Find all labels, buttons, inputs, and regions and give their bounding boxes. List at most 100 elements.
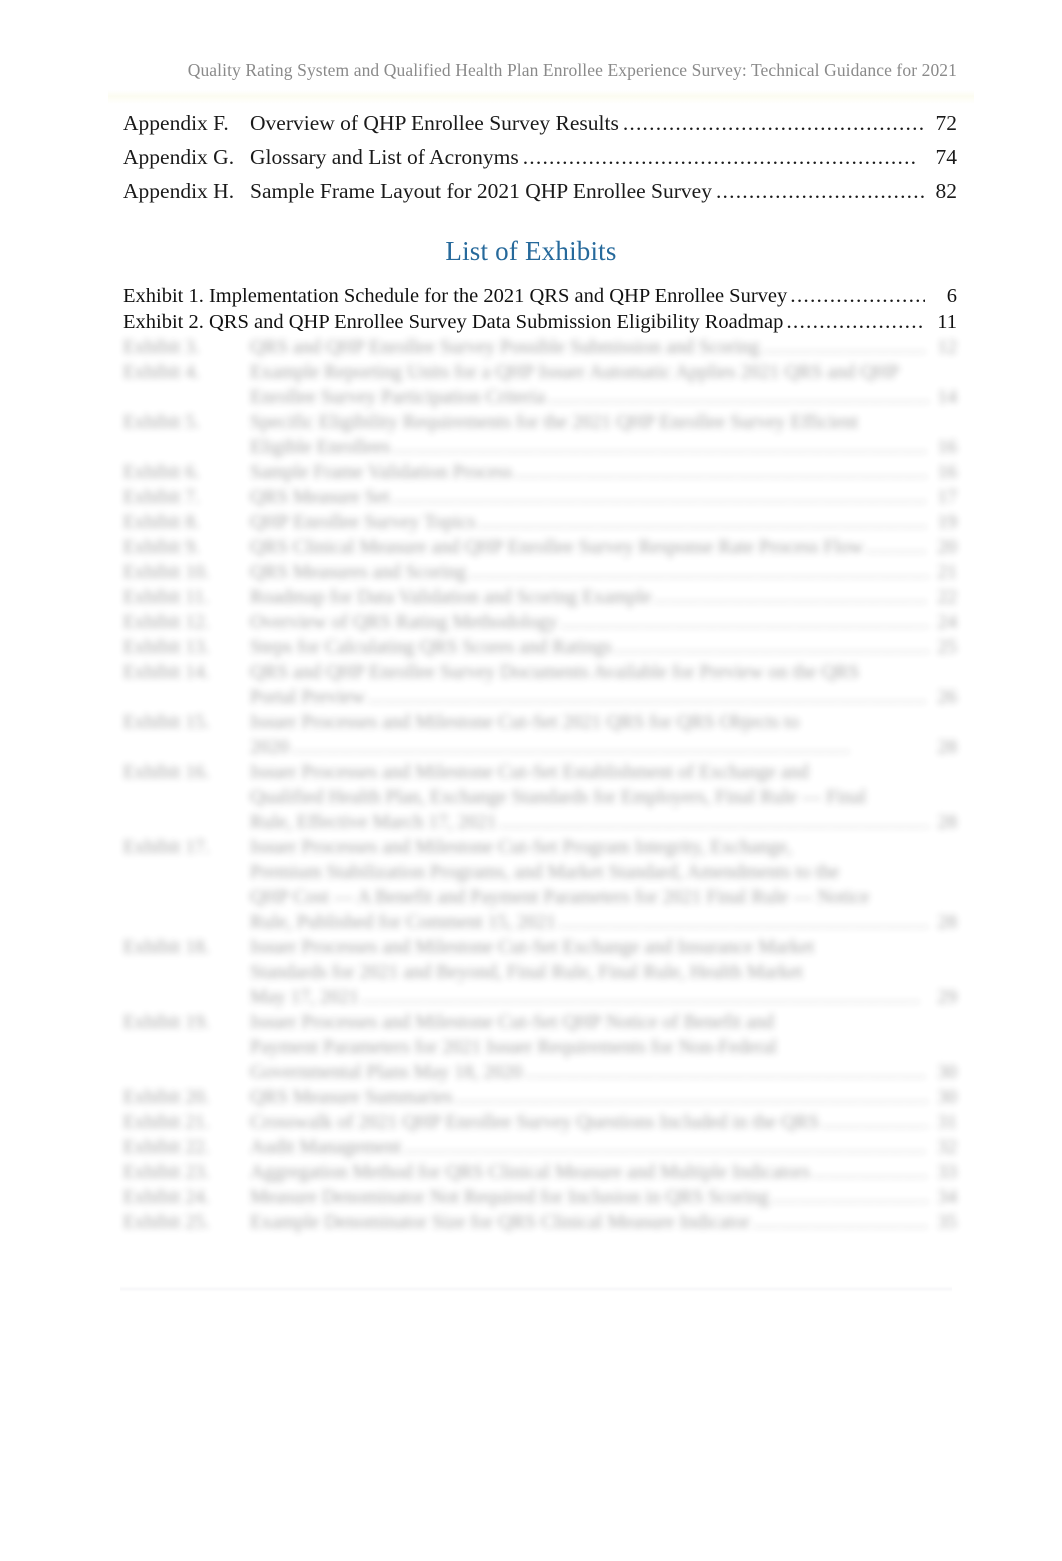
blurred-exhibit-row: Exhibit 14. QRS and QHP Enrollee Survey D… (123, 663, 957, 688)
blurred-exhibit-page-number: 20 (937, 537, 958, 558)
blurred-exhibit-page-number: 29 (937, 987, 958, 1008)
blurred-exhibit-title: Payment Parameters for 2021 Issuer Requi… (250, 1037, 777, 1058)
blurred-exhibit-page-number: 17 (937, 487, 958, 508)
blurred-exhibit-title: Specific Eligibility Requirements for th… (250, 412, 859, 433)
exhibit-row-2[interactable]: Exhibit 2. QRS and QHP Enrollee Survey D… (123, 311, 957, 337)
blurred-exhibit-label: Exhibit 17. (123, 837, 210, 858)
dot-leader: ........................................… (393, 438, 928, 458)
blurred-exhibit-title: Example Reporting Units for a QHP Issuer… (250, 362, 900, 383)
blurred-exhibit-title: QRS and QHP Enrollee Survey Documents Av… (250, 662, 860, 683)
blurred-exhibit-label: Exhibit 20. (123, 1087, 210, 1108)
blurred-exhibit-title: Roadmap for Data Validation and Scoring … (250, 587, 652, 608)
blurred-exhibit-page-number: 28 (937, 912, 958, 933)
blurred-exhibit-label: Exhibit 18. (123, 937, 210, 958)
dot-leader: ........................................… (822, 1113, 928, 1133)
appendix-toc-list: Appendix F. Overview of QHP Enrollee Sur… (123, 111, 958, 215)
toc-row-appendix-f[interactable]: Appendix F. Overview of QHP Enrollee Sur… (123, 111, 958, 147)
blurred-exhibit-title: Audit Management (250, 1137, 402, 1158)
toc-page-number: 82 (935, 179, 958, 203)
toc-page-number: 74 (935, 145, 958, 169)
dot-leader: ........................................… (515, 463, 928, 483)
blurred-exhibit-title: Issuer Processes and Milestone Cut-Set 2… (250, 712, 800, 733)
blurred-exhibit-page-number: 21 (937, 562, 958, 583)
blurred-exhibit-page-number: 16 (937, 437, 958, 458)
dot-leader: ........................................… (762, 338, 928, 358)
dot-leader: ........................................… (392, 488, 928, 508)
blurred-exhibit-row: Exhibit 9. QRS Clinical Measure and QHP E… (123, 538, 957, 563)
dot-leader: ........................................… (812, 1163, 928, 1183)
blurred-exhibit-row: Exhibit 6. Sample Frame Validation Proces… (123, 463, 957, 488)
dot-leader: ........................................… (368, 688, 928, 708)
blurred-exhibit-label: Exhibit 19. (123, 1012, 210, 1033)
blurred-exhibit-title: May 17, 2021 (250, 987, 359, 1008)
blurred-exhibit-page-number: 25 (937, 637, 958, 658)
blurred-exhibit-row: Governmental Plans May 18, 2020.........… (123, 1063, 957, 1088)
blurred-exhibit-label: Exhibit 15. (123, 712, 210, 733)
blurred-exhibit-title: QRS Measure Set (250, 487, 390, 508)
blurred-exhibit-title: QHP Enrollee Survey Topics (250, 512, 476, 533)
blurred-exhibit-title: Qualified Health Plan, Exchange Standard… (250, 787, 867, 808)
dot-leader: ........................................… (522, 147, 918, 169)
blurred-exhibit-row: Exhibit 20. QRS Measure Summaries........… (123, 1088, 957, 1113)
blurred-exhibit-title: Eligible Enrollees (250, 437, 391, 458)
dot-leader: ........................................… (478, 513, 928, 533)
toc-row-appendix-h[interactable]: Appendix H. Sample Frame Layout for 2021… (123, 179, 958, 215)
toc-page-number: 72 (935, 111, 958, 135)
blurred-exhibit-page-number: 19 (937, 512, 958, 533)
blurred-exhibit-label: Exhibit 24. (123, 1187, 210, 1208)
blurred-exhibit-row: Exhibit 15. Issuer Processes and Mileston… (123, 713, 957, 738)
blurred-exhibit-title: QRS Clinical Measure and QHP Enrollee Su… (250, 537, 864, 558)
blurred-exhibit-row: Exhibit 21. Crosswalk of 2021 QHP Enrolle… (123, 1113, 957, 1138)
blurred-exhibit-label: Exhibit 4. (123, 362, 200, 383)
exhibit-title: Exhibit 1. Implementation Schedule for t… (123, 285, 788, 307)
dot-leader: ........................................… (771, 1188, 928, 1208)
exhibit-row-1[interactable]: Exhibit 1. Implementation Schedule for t… (123, 285, 957, 311)
dot-leader: ........................................… (469, 563, 928, 583)
footer-rule (120, 1286, 952, 1292)
blurred-exhibit-title: Enrollee Survey Participation Criteria (250, 387, 546, 408)
blurred-exhibit-row: Exhibit 7. QRS Measure Set...............… (123, 488, 957, 513)
blurred-exhibit-row: Exhibit 22. Audit Management.............… (123, 1138, 957, 1163)
blurred-exhibit-page-number: 24 (937, 612, 958, 633)
blurred-exhibit-title: Issuer Processes and Milestone Cut-Set E… (250, 762, 809, 783)
blurred-exhibit-row: QHP Cost — A Benefit and Payment Paramet… (123, 888, 957, 913)
blurred-exhibit-title: Overview of QRS Rating Methodology (250, 612, 558, 633)
blurred-exhibit-title: Portal Preview (250, 687, 366, 708)
blurred-exhibit-list: Exhibit 3. QRS and QHP Enrollee Survey Po… (123, 338, 957, 1243)
dot-leader: ........................................… (752, 1213, 928, 1233)
blurred-exhibit-title: 2020 (250, 737, 289, 758)
blurred-exhibit-title: Issuer Processes and Milestone Cut-Set Q… (250, 1012, 775, 1033)
blurred-exhibit-row: Portal Preview..........................… (123, 688, 957, 713)
blurred-exhibit-title: Rule, Effective March 17, 2021 (250, 812, 497, 833)
blurred-exhibit-row: Qualified Health Plan, Exchange Standard… (123, 788, 957, 813)
dot-leader: ........................................… (715, 181, 925, 203)
exhibit-page-number: 11 (937, 311, 957, 333)
list-of-exhibits-heading: List of Exhibits (445, 236, 617, 266)
dot-leader: ........................................… (559, 913, 928, 933)
blurred-exhibit-title: Standards for 2021 and Beyond, Final Rul… (250, 962, 803, 983)
toc-row-appendix-g[interactable]: Appendix G. Glossary and List of Acronym… (123, 145, 958, 181)
blurred-exhibit-row: Rule, Published for Comment 15, 2021....… (123, 913, 957, 938)
blurred-exhibit-row: Exhibit 25. Example Denominator Size for … (123, 1213, 957, 1238)
blurred-exhibit-row: Standards for 2021 and Beyond, Final Rul… (123, 963, 957, 988)
blurred-exhibit-page-number: 32 (937, 1137, 958, 1158)
dot-leader: ........................................… (786, 311, 925, 333)
blurred-exhibit-label: Exhibit 7. (123, 487, 200, 508)
blurred-exhibit-title: Issuer Processes and Milestone Cut-Set E… (250, 937, 815, 958)
dot-leader: ........................................… (525, 1063, 928, 1083)
toc-label: Appendix G. (123, 145, 235, 169)
blurred-exhibit-label: Exhibit 22. (123, 1137, 210, 1158)
blurred-exhibit-page-number: 28 (937, 812, 958, 833)
dot-leader: ........................................… (790, 285, 925, 307)
dot-leader: ........................................… (614, 638, 928, 658)
blurred-exhibit-title: QRS Measures and Scoring (250, 562, 467, 583)
blurred-exhibit-title: Rule, Published for Comment 15, 2021 (250, 912, 557, 933)
blurred-exhibit-row: Eligible Enrollees......................… (123, 438, 957, 463)
blurred-exhibit-row: Exhibit 8. QHP Enrollee Survey Topics....… (123, 513, 957, 538)
running-header: Quality Rating System and Qualified Heal… (187, 60, 957, 80)
blurred-exhibit-title: Premium Stabilization Programs, and Mark… (250, 862, 840, 883)
blurred-exhibit-page-number: 16 (937, 462, 958, 483)
blurred-exhibit-page-number: 30 (937, 1062, 958, 1083)
blurred-exhibit-title: Steps for Calculating QRS Scores and Rat… (250, 637, 612, 658)
blurred-exhibit-title: QRS Measure Summaries (250, 1087, 453, 1108)
